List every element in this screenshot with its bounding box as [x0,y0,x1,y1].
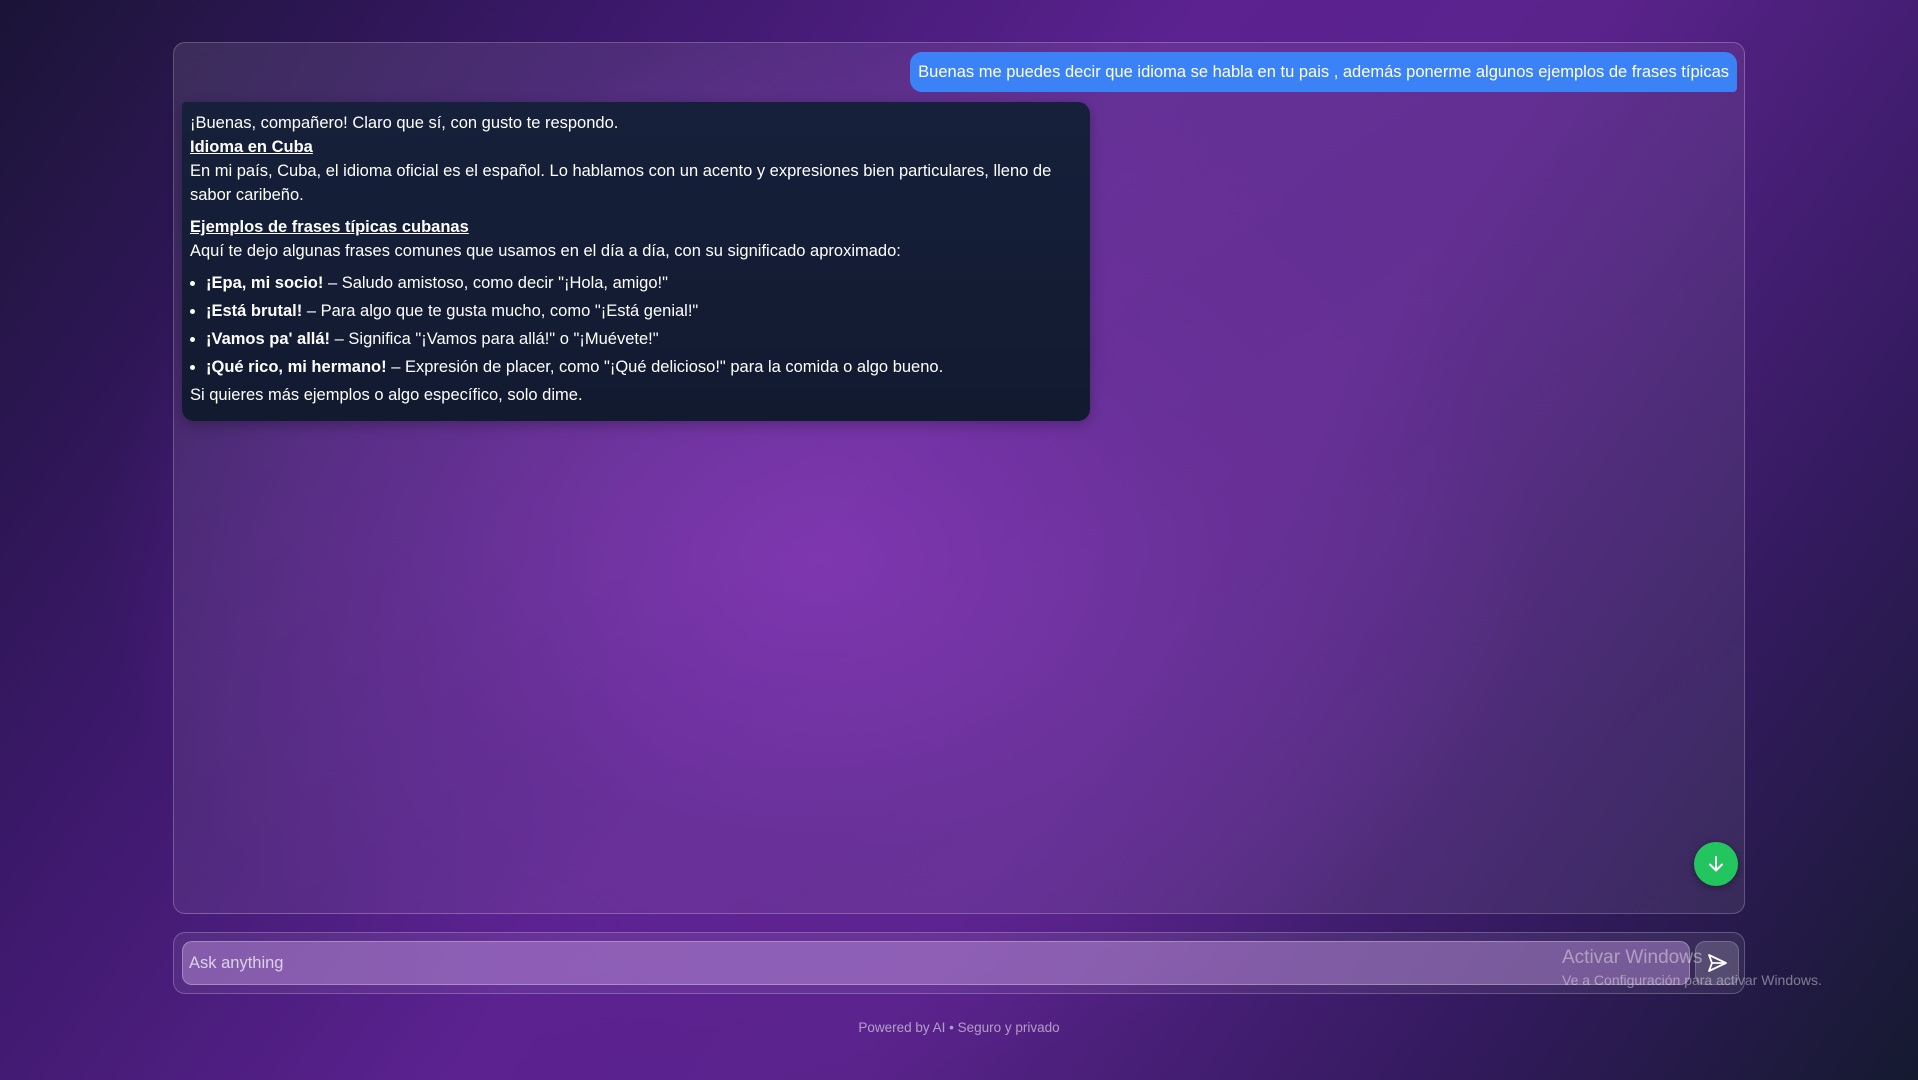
phrase-meaning: – Para algo que te gusta mucho, como "¡E… [302,302,699,320]
phrase-meaning: – Saludo amistoso, como decir "¡Hola, am… [323,274,668,292]
heading-language: Idioma en Cuba [190,138,313,156]
assistant-greeting: ¡Buenas, compañero! Claro que sí, con gu… [190,114,619,132]
phrase-item: ¡Vamos pa' allá! – Significa "¡Vamos par… [206,327,1082,351]
scroll-to-bottom-button[interactable] [1694,842,1738,886]
composer-panel [173,932,1745,994]
language-paragraph: En mi país, Cuba, el idioma oficial es e… [190,162,1052,204]
heading-phrases: Ejemplos de frases típicas cubanas [190,218,469,236]
user-message-bubble: Buenas me puedes decir que idioma se hab… [910,52,1737,92]
phrase-meaning: – Expresión de placer, como "¡Qué delici… [386,358,944,376]
arrow-down-icon [1709,856,1723,872]
phrase-item: ¡Epa, mi socio! – Saludo amistoso, como … [206,271,1082,295]
user-message-text: Buenas me puedes decir que idioma se hab… [918,62,1729,81]
assistant-closing: Si quieres más ejemplos o algo específic… [190,386,583,404]
phrase-term: ¡Qué rico, mi hermano! [206,358,387,376]
phrases-list: ¡Epa, mi socio! – Saludo amistoso, como … [190,271,1082,379]
message-input[interactable] [182,941,1690,985]
assistant-message-bubble: ¡Buenas, compañero! Claro que sí, con gu… [182,102,1090,421]
phrase-term: ¡Epa, mi socio! [206,274,324,292]
phrase-item: ¡Está brutal! – Para algo que te gusta m… [206,299,1082,323]
phrase-meaning: – Significa "¡Vamos para allá!" o "¡Muév… [330,330,659,348]
phrase-term: ¡Está brutal! [206,302,303,320]
phrase-term: ¡Vamos pa' allá! [206,330,331,348]
send-icon [1708,954,1727,972]
send-button[interactable] [1695,941,1739,985]
chat-panel: Buenas me puedes decir que idioma se hab… [173,42,1745,914]
phrases-intro: Aquí te dejo algunas frases comunes que … [190,242,901,260]
footer-text: Powered by AI • Seguro y privado [858,1020,1060,1035]
phrase-item: ¡Qué rico, mi hermano! – Expresión de pl… [206,355,1082,379]
